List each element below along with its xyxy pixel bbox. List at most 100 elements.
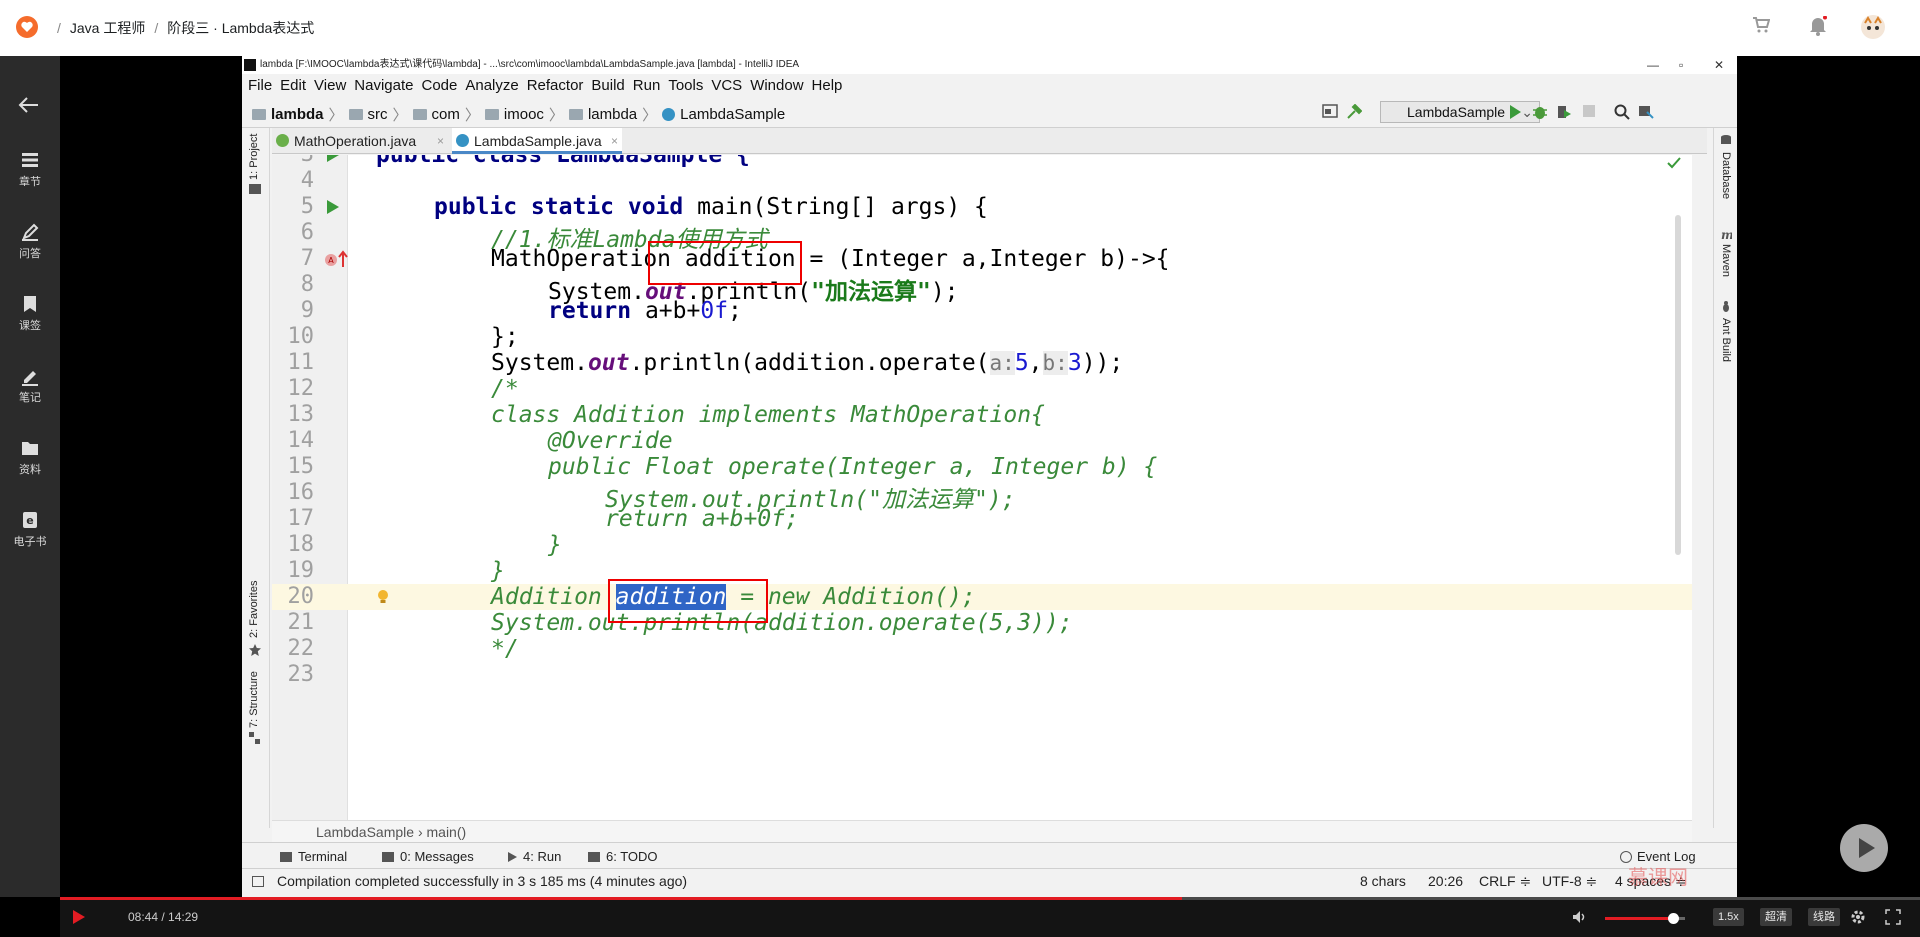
search-icon[interactable] — [1614, 104, 1630, 120]
menu-vcs[interactable]: VCS — [711, 77, 742, 94]
quality-button[interactable]: 超清 — [1760, 908, 1792, 926]
line-number: 17 — [287, 506, 315, 531]
folder-icon — [22, 442, 38, 455]
tool-messages[interactable]: 0: Messages — [382, 849, 474, 864]
tool-todo[interactable]: 6: TODO — [588, 849, 658, 864]
sidebar-item-materials[interactable]: 资料 — [0, 438, 60, 477]
menu-run[interactable]: Run — [633, 77, 661, 94]
menu-help[interactable]: Help — [812, 77, 843, 94]
lightbulb-icon[interactable] — [376, 589, 390, 605]
sidebar-item-notes[interactable]: 笔记 — [0, 366, 60, 405]
structure-icon — [249, 732, 260, 744]
code-area[interactable]: 3 public class LambdaSample { 4 5 public… — [272, 155, 1692, 820]
status-caret[interactable]: 20:26 — [1428, 873, 1463, 889]
code-line: 10 }; — [272, 324, 1692, 350]
tool-maven[interactable]: Maven — [1720, 244, 1732, 277]
sidebar-item-qa[interactable]: 问答 — [0, 222, 60, 261]
code-line: 5 public static void main(String[] args)… — [272, 194, 1692, 220]
nav-class[interactable]: LambdaSample — [680, 106, 785, 123]
site-logo[interactable] — [16, 16, 38, 38]
project-structure-icon[interactable] — [1322, 104, 1338, 118]
progress-bar[interactable] — [60, 897, 1920, 900]
implements-gutter-icon[interactable]: A — [324, 250, 350, 268]
tool-structure[interactable]: 7: Structure — [248, 671, 260, 728]
tab-mathoperation[interactable]: MathOperation.java × — [272, 128, 448, 154]
line-number: 12 — [287, 376, 315, 401]
sidebar-item-bookmarks[interactable]: 课签 — [0, 294, 60, 333]
line-number: 14 — [287, 428, 315, 453]
debug-icon[interactable] — [1532, 104, 1548, 120]
sidebar-item-chapters[interactable]: 章节 — [0, 150, 60, 189]
code-breadcrumb-text[interactable]: LambdaSample › main() — [316, 824, 466, 840]
tab-lambdasample[interactable]: LambdaSample.java × — [452, 128, 622, 154]
line-number: 15 — [287, 454, 315, 479]
code-line: 22 */ — [272, 636, 1692, 662]
menu-window[interactable]: Window — [750, 77, 803, 94]
sidebar-item-label: 资料 — [19, 464, 41, 476]
tool-project[interactable]: 1: Project — [248, 134, 260, 180]
volume-slider[interactable] — [1605, 913, 1685, 924]
left-tool-strip: 1: Project 2: Favorites 7: Structure — [242, 128, 270, 828]
tool-favorites[interactable]: 2: Favorites — [248, 581, 260, 638]
bell-icon[interactable] — [1809, 16, 1827, 36]
menu-tools[interactable]: Tools — [668, 77, 703, 94]
close-icon[interactable]: ✕ — [1714, 56, 1724, 74]
minimize-icon[interactable]: — — [1647, 56, 1659, 74]
nav-src[interactable]: src — [368, 106, 388, 123]
build-hammer-icon[interactable] — [1346, 104, 1362, 120]
tool-database[interactable]: Database — [1720, 152, 1732, 199]
speed-button[interactable]: 1.5x — [1713, 908, 1744, 926]
tool-terminal[interactable]: Terminal — [280, 849, 347, 864]
tool-label: Terminal — [298, 849, 348, 864]
code-text: return a+b+0f; — [548, 298, 742, 324]
gear-icon[interactable] — [1850, 909, 1866, 925]
nav-project[interactable]: lambda — [271, 106, 324, 123]
menu-build[interactable]: Build — [591, 77, 624, 94]
folder-icon — [252, 109, 266, 120]
menu-file[interactable]: File — [248, 77, 272, 94]
breadcrumb-course[interactable]: Java 工程师 — [70, 18, 145, 38]
back-arrow-icon[interactable] — [18, 96, 40, 114]
maximize-icon[interactable]: ▫ — [1679, 56, 1683, 74]
volume-knob[interactable] — [1668, 913, 1679, 924]
run-icon[interactable] — [1508, 104, 1522, 120]
volume-icon[interactable] — [1572, 910, 1588, 924]
stop-icon[interactable] — [1582, 104, 1596, 118]
route-button[interactable]: 线路 — [1808, 908, 1840, 926]
cart-icon[interactable] — [1752, 16, 1770, 34]
tool-label: 0: Messages — [400, 849, 474, 864]
menu-code[interactable]: Code — [421, 77, 457, 94]
menu-navigate[interactable]: Navigate — [354, 77, 413, 94]
code-line: 13 class Addition implements MathOperati… — [272, 402, 1692, 428]
sidebar-item-ebook[interactable]: e 电子书 — [0, 510, 60, 549]
toggle-tool-windows-icon[interactable] — [252, 876, 264, 887]
menu-edit[interactable]: Edit — [280, 77, 306, 94]
nav-imooc[interactable]: imooc — [504, 106, 544, 123]
vcs-icon[interactable] — [1638, 104, 1654, 120]
close-icon[interactable]: × — [437, 128, 444, 154]
run-gutter-icon[interactable] — [326, 199, 340, 215]
tool-run[interactable]: 4: Run — [508, 849, 561, 864]
star-icon — [249, 644, 261, 656]
nav-com[interactable]: com — [432, 106, 460, 123]
ide-menubar: File Edit View Navigate Code Analyze Ref… — [242, 74, 1737, 96]
big-play-button[interactable] — [1840, 824, 1888, 872]
close-icon[interactable]: × — [611, 128, 618, 154]
run-gutter-icon[interactable] — [326, 155, 340, 163]
menu-analyze[interactable]: Analyze — [465, 77, 518, 94]
tool-ant-build[interactable]: Ant Build — [1720, 318, 1732, 362]
intellij-logo-icon — [244, 59, 256, 71]
status-line-separator[interactable]: CRLF ≑ — [1479, 873, 1531, 890]
status-encoding[interactable]: UTF-8 ≑ — [1542, 873, 1597, 890]
ide-window-title: lambda [F:\IMOOC\lambda表达式\课代码\lambda] -… — [260, 59, 800, 70]
fullscreen-icon[interactable] — [1885, 909, 1901, 925]
scrollbar[interactable] — [1675, 215, 1681, 555]
code-editor[interactable]: 3 public class LambdaSample { 4 5 public… — [272, 155, 1692, 820]
ide-window: lambda [F:\IMOOC\lambda表达式\课代码\lambda] -… — [242, 56, 1737, 897]
menu-view[interactable]: View — [314, 77, 346, 94]
nav-lambda[interactable]: lambda — [588, 106, 637, 123]
avatar[interactable] — [1860, 14, 1886, 40]
play-icon[interactable] — [72, 909, 86, 925]
menu-refactor[interactable]: Refactor — [527, 77, 584, 94]
coverage-icon[interactable] — [1556, 104, 1572, 120]
